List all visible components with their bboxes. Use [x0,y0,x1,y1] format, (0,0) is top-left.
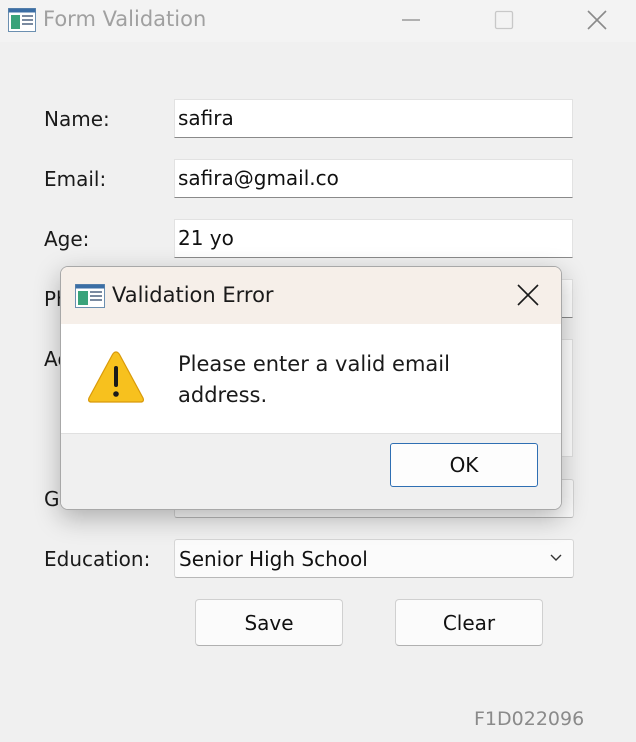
maximize-icon [494,10,514,30]
save-button[interactable]: Save [195,599,343,646]
maximize-button[interactable] [481,0,527,40]
ok-button[interactable]: OK [390,443,538,487]
dialog-message: Please enter a valid email address. [178,352,450,407]
age-field[interactable]: 21 yo [174,219,573,258]
close-icon [517,284,539,306]
ok-button-label: OK [449,453,479,477]
education-label: Education: [44,547,151,571]
app-icon [8,8,36,32]
form-validation-window: Form Validation Name: safira Email: safi… [0,0,636,742]
dialog-title-bar[interactable]: Validation Error [61,267,561,324]
student-id-label: F1D022096 [474,708,585,730]
window-title: Form Validation [43,7,207,31]
title-bar[interactable]: Form Validation [0,0,636,42]
app-icon [75,284,105,308]
dialog-close-button[interactable] [506,277,550,313]
education-combobox[interactable]: Senior High School [174,539,574,578]
education-selected-value: Senior High School [179,547,368,571]
age-label: Age: [44,227,90,251]
name-label: Name: [44,107,110,131]
minimize-icon [402,19,420,21]
email-field[interactable]: safira@gmail.co [174,159,573,198]
dialog-title: Validation Error [112,283,274,307]
warning-icon [87,351,145,403]
minimize-button[interactable] [388,0,434,40]
validation-error-dialog: Validation Error Please enter a valid em… [60,266,562,510]
close-icon [587,10,607,30]
name-field[interactable]: safira [174,99,573,138]
close-button[interactable] [574,0,620,40]
email-label: Email: [44,167,107,191]
clear-button-label: Clear [442,610,496,635]
clear-button[interactable]: Clear [395,599,543,646]
chevron-down-icon [550,554,562,561]
save-button-label: Save [244,610,294,635]
dialog-button-bar: OK [61,433,561,509]
